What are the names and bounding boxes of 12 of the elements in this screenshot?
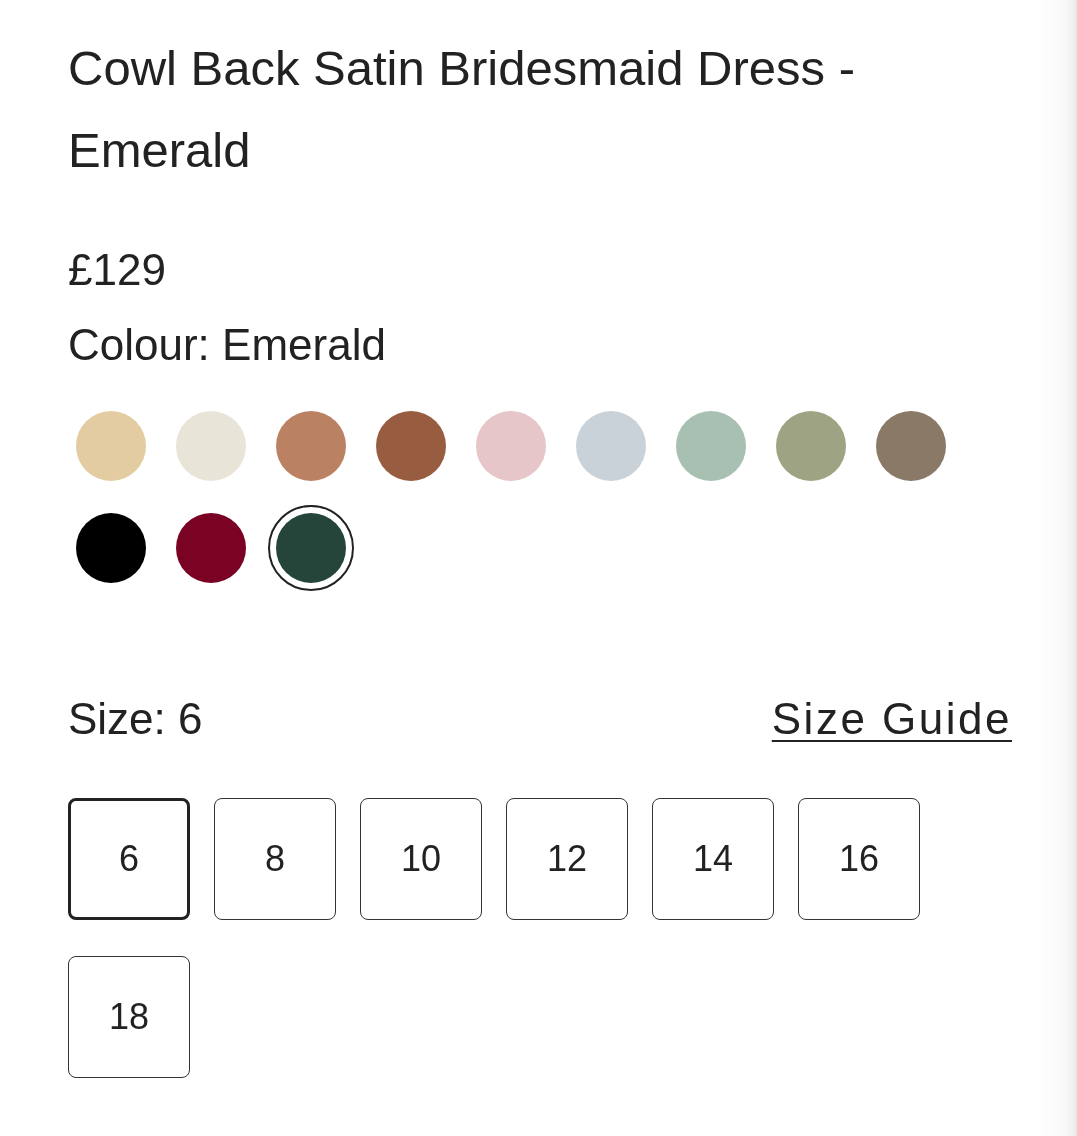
size-guide-link[interactable]: Size Guide xyxy=(771,689,1012,749)
size-option[interactable]: 18 xyxy=(68,956,190,1078)
size-option[interactable]: 12 xyxy=(506,798,628,920)
size-option[interactable]: 10 xyxy=(360,798,482,920)
size-option[interactable]: 6 xyxy=(68,798,190,920)
colour-label: Colour: Emerald xyxy=(68,319,386,371)
size-option[interactable]: 14 xyxy=(652,798,774,920)
product-price: £129 xyxy=(68,244,166,296)
product-title: Cowl Back Satin Bridesmaid Dress - Emerald xyxy=(68,40,856,179)
size-label: Size: 6 xyxy=(68,693,203,745)
size-option[interactable]: 16 xyxy=(798,798,920,920)
size-option[interactable]: 8 xyxy=(214,798,336,920)
